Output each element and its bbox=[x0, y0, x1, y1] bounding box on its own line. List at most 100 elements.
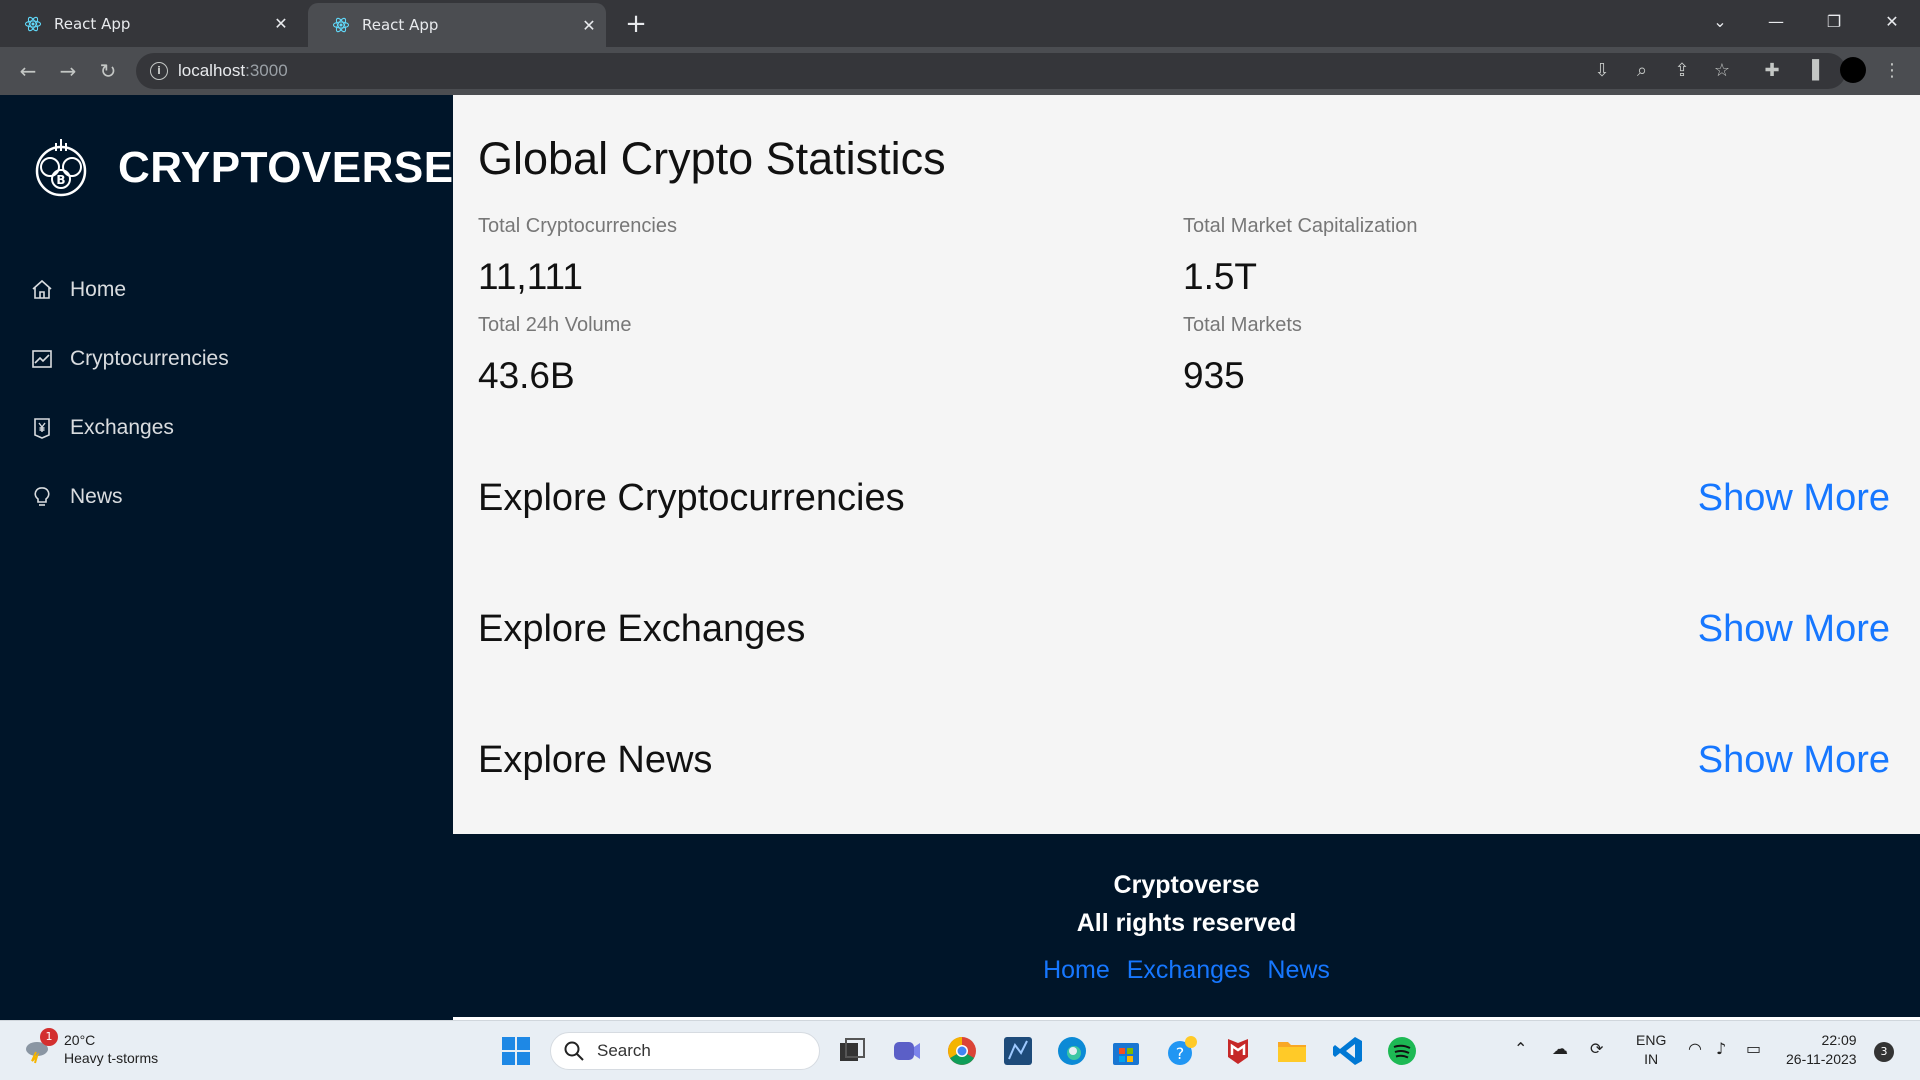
money-collect-icon bbox=[34, 417, 50, 439]
battery-icon[interactable]: ▭ bbox=[1746, 1039, 1761, 1058]
stat-value: 935 bbox=[1183, 355, 1245, 396]
language-indicator[interactable]: ENG IN bbox=[1636, 1031, 1666, 1069]
taskbar: 1 20°C Heavy t-storms Search ? ⌃ ☁ ⟳ ENG… bbox=[0, 1020, 1920, 1080]
browser-tab-2[interactable]: React App ✕ bbox=[308, 3, 606, 47]
microsoft-store-icon[interactable] bbox=[1108, 1033, 1144, 1069]
url-host: localhost bbox=[178, 61, 246, 80]
url-text: localhost:3000 bbox=[178, 61, 288, 81]
search-icon bbox=[564, 1041, 584, 1061]
clock-date: 26-11-2023 bbox=[1786, 1051, 1857, 1067]
sidebar-menu: Home Cryptocurrencies Exchanges News bbox=[0, 255, 453, 531]
bookmark-star-icon[interactable]: ☆ bbox=[1710, 59, 1734, 83]
onedrive-icon[interactable]: ☁ bbox=[1552, 1039, 1568, 1058]
bulb-icon bbox=[34, 486, 50, 506]
chrome-icon[interactable] bbox=[944, 1033, 980, 1069]
volume-icon[interactable]: ♪ bbox=[1716, 1039, 1726, 1058]
sidebar-item-label: Home bbox=[70, 277, 127, 301]
brand[interactable]: B CRYPTOVERSE bbox=[28, 135, 454, 201]
edge-icon[interactable] bbox=[1054, 1033, 1090, 1069]
footer-brand: Cryptoverse bbox=[1113, 871, 1260, 899]
line-chart-icon bbox=[32, 349, 52, 368]
footer-rights: All rights reserved bbox=[1076, 909, 1297, 937]
stat-total-market-cap: Total Market Capitalization 1.5T bbox=[1183, 215, 1418, 298]
install-app-icon[interactable]: ⇩ bbox=[1590, 59, 1614, 83]
lang-code: ENG bbox=[1636, 1032, 1667, 1048]
restore-icon[interactable]: ❐ bbox=[1806, 6, 1862, 38]
stat-value: 11,111 bbox=[478, 256, 583, 297]
cryptoverse-logo-icon: B bbox=[35, 139, 87, 197]
forward-icon[interactable]: → bbox=[52, 55, 84, 87]
site-info-icon[interactable]: i bbox=[150, 62, 168, 80]
zoom-icon[interactable]: ⌕ bbox=[1630, 59, 1654, 83]
sidebar-item-label: News bbox=[70, 484, 123, 508]
section-title-exchanges: Explore Exchanges bbox=[478, 608, 806, 650]
section-title-news: Explore News bbox=[478, 739, 713, 781]
wifi-icon[interactable]: ◠ bbox=[1688, 1039, 1702, 1058]
spotify-icon[interactable] bbox=[1384, 1033, 1420, 1069]
stat-total-cryptocurrencies: Total Cryptocurrencies 11,111 bbox=[478, 215, 677, 298]
sidebar: B CRYPTOVERSE Home Cryptocurrencies Exch… bbox=[0, 95, 453, 1020]
file-explorer-icon[interactable] bbox=[1274, 1033, 1310, 1069]
stat-total-24h-volume: Total 24h Volume 43.6B bbox=[478, 314, 631, 397]
browser-tabstrip: React App ✕ React App ✕ + ⌄ — ❐ ✕ bbox=[0, 0, 1920, 47]
windows-start-icon[interactable] bbox=[498, 1033, 534, 1069]
show-more-cryptocurrencies-link[interactable]: Show More bbox=[1698, 477, 1890, 520]
task-view-icon[interactable] bbox=[834, 1033, 870, 1069]
stat-total-markets: Total Markets 935 bbox=[1183, 314, 1302, 397]
react-favicon-icon bbox=[24, 16, 42, 31]
tab-title: React App bbox=[54, 14, 131, 33]
new-tab-button[interactable]: + bbox=[620, 8, 652, 40]
weather-alert-badge: 1 bbox=[40, 1028, 58, 1046]
teams-chat-icon[interactable] bbox=[888, 1033, 924, 1069]
sidebar-item-home[interactable]: Home bbox=[0, 255, 453, 324]
sidebar-item-cryptocurrencies[interactable]: Cryptocurrencies bbox=[0, 324, 453, 393]
stat-label: Total Cryptocurrencies bbox=[478, 215, 677, 237]
reload-icon[interactable]: ↻ bbox=[92, 55, 124, 87]
sidebar-item-news[interactable]: News bbox=[0, 462, 453, 531]
show-more-exchanges-link[interactable]: Show More bbox=[1698, 608, 1890, 651]
profile-avatar[interactable] bbox=[1840, 57, 1866, 83]
vscode-icon[interactable] bbox=[1330, 1033, 1366, 1069]
side-panel-icon[interactable]: ▐ bbox=[1800, 59, 1824, 83]
more-menu-icon[interactable]: ⋮ bbox=[1880, 59, 1904, 83]
taskbar-search[interactable]: Search bbox=[550, 1032, 820, 1070]
show-more-news-link[interactable]: Show More bbox=[1698, 739, 1890, 782]
mysql-workbench-icon[interactable] bbox=[1000, 1033, 1036, 1069]
storm-cloud-icon: 1 bbox=[22, 1028, 58, 1064]
back-icon[interactable]: ← bbox=[12, 55, 44, 87]
share-icon[interactable]: ⇪ bbox=[1670, 59, 1694, 83]
main-content: Global Crypto Statistics Total Cryptocur… bbox=[453, 95, 1920, 834]
react-favicon-icon bbox=[332, 17, 350, 33]
brand-name: CRYPTOVERSE bbox=[118, 143, 454, 192]
show-hidden-icons-icon[interactable]: ⌃ bbox=[1514, 1039, 1527, 1058]
stat-value: 1.5T bbox=[1183, 256, 1258, 297]
browser-tab-1[interactable]: React App ✕ bbox=[0, 0, 298, 47]
close-tab-icon[interactable]: ✕ bbox=[572, 16, 606, 35]
mcafee-icon[interactable] bbox=[1220, 1033, 1256, 1069]
extensions-icon[interactable]: ✚ bbox=[1760, 59, 1784, 83]
footer-link-exchanges[interactable]: Exchanges bbox=[1127, 956, 1251, 984]
weather-widget[interactable]: 1 20°C Heavy t-storms bbox=[22, 1028, 159, 1067]
footer-link-home[interactable]: Home bbox=[1043, 956, 1110, 984]
notification-count-badge[interactable]: 3 bbox=[1874, 1042, 1894, 1062]
footer-link-news[interactable]: News bbox=[1267, 956, 1330, 984]
browser-toolbar: ← → ↻ i localhost:3000 ⇩ ⌕ ⇪ ☆ ✚ ▐ ⋮ bbox=[0, 47, 1920, 95]
window-close-icon[interactable]: ✕ bbox=[1864, 6, 1920, 38]
lang-region: IN bbox=[1644, 1051, 1659, 1067]
weather-temp: 20°C bbox=[64, 1032, 96, 1048]
stat-label: Total 24h Volume bbox=[478, 314, 632, 336]
sync-icon[interactable]: ⟳ bbox=[1590, 1039, 1603, 1058]
svg-text:B: B bbox=[56, 173, 65, 187]
tips-icon[interactable]: ? bbox=[1164, 1033, 1200, 1069]
sidebar-item-label: Exchanges bbox=[70, 415, 174, 439]
url-port: :3000 bbox=[245, 61, 288, 80]
tab-title: React App bbox=[362, 16, 439, 34]
sidebar-item-exchanges[interactable]: Exchanges bbox=[0, 393, 453, 462]
close-tab-icon[interactable]: ✕ bbox=[264, 14, 298, 33]
stat-value: 43.6B bbox=[478, 355, 575, 396]
minimize-icon[interactable]: — bbox=[1748, 6, 1804, 38]
clock[interactable]: 22:09 26-11-2023 bbox=[1786, 1031, 1857, 1069]
weather-desc: Heavy t-storms bbox=[64, 1050, 159, 1066]
footer: Cryptoverse All rights reserved Home Exc… bbox=[453, 834, 1920, 1020]
tab-search-icon[interactable]: ⌄ bbox=[1692, 6, 1748, 38]
